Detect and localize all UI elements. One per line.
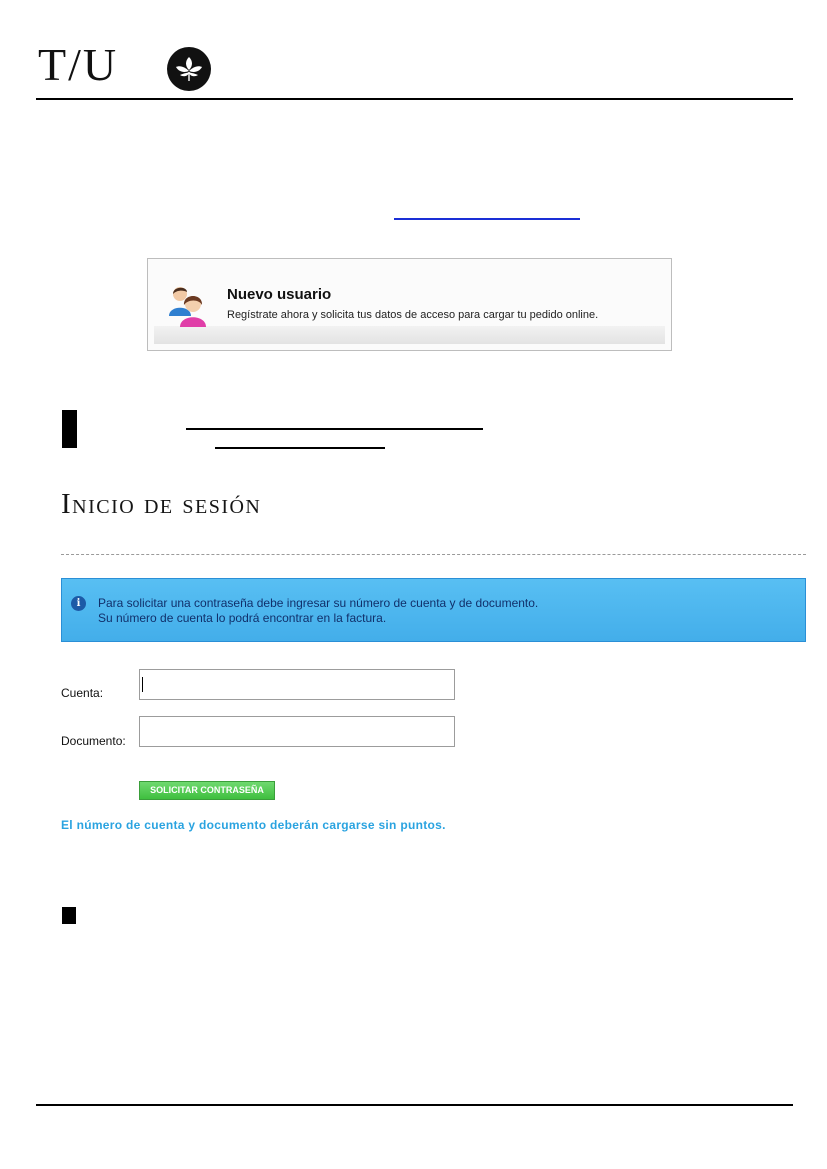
flower-emblem-icon: [167, 47, 211, 91]
cuenta-label: Cuenta:: [61, 686, 104, 700]
new-user-title: Nuevo usuario: [227, 286, 332, 303]
alert-text-line-1: Para solicitar una contraseña debe ingre…: [98, 596, 539, 610]
format-hint: El número de cuenta y documento deberán …: [61, 818, 446, 832]
brand-logo-text: T/U: [38, 39, 119, 90]
alert-text-line-2: Su número de cuenta lo podrá encontrar e…: [98, 611, 387, 625]
redaction-block: [62, 410, 77, 448]
info-alert: i Para solicitar una contraseña debe ing…: [61, 578, 806, 642]
registration-link[interactable]: [394, 210, 580, 220]
underline-link-1[interactable]: [186, 428, 483, 430]
dashed-divider: [61, 554, 806, 555]
new-user-subtitle: Regístrate ahora y solicita tus datos de…: [227, 309, 599, 321]
page-title: Inicio de sesión: [61, 488, 262, 520]
documento-input[interactable]: [139, 716, 455, 747]
footer-divider: [36, 1104, 793, 1106]
cuenta-input[interactable]: [139, 669, 455, 700]
text-caret: [142, 677, 143, 692]
underline-link-2[interactable]: [215, 447, 385, 449]
card-footer-band: [154, 326, 665, 344]
redaction-block-small: [62, 907, 76, 924]
new-user-card[interactable]: Nuevo usuario Regístrate ahora y solicit…: [147, 258, 672, 351]
request-password-button[interactable]: SOLICITAR CONTRASEÑA: [139, 781, 275, 800]
documento-label: Documento:: [61, 734, 126, 748]
users-icon: [169, 287, 206, 327]
info-icon: i: [71, 596, 86, 611]
header-divider: [36, 98, 793, 100]
